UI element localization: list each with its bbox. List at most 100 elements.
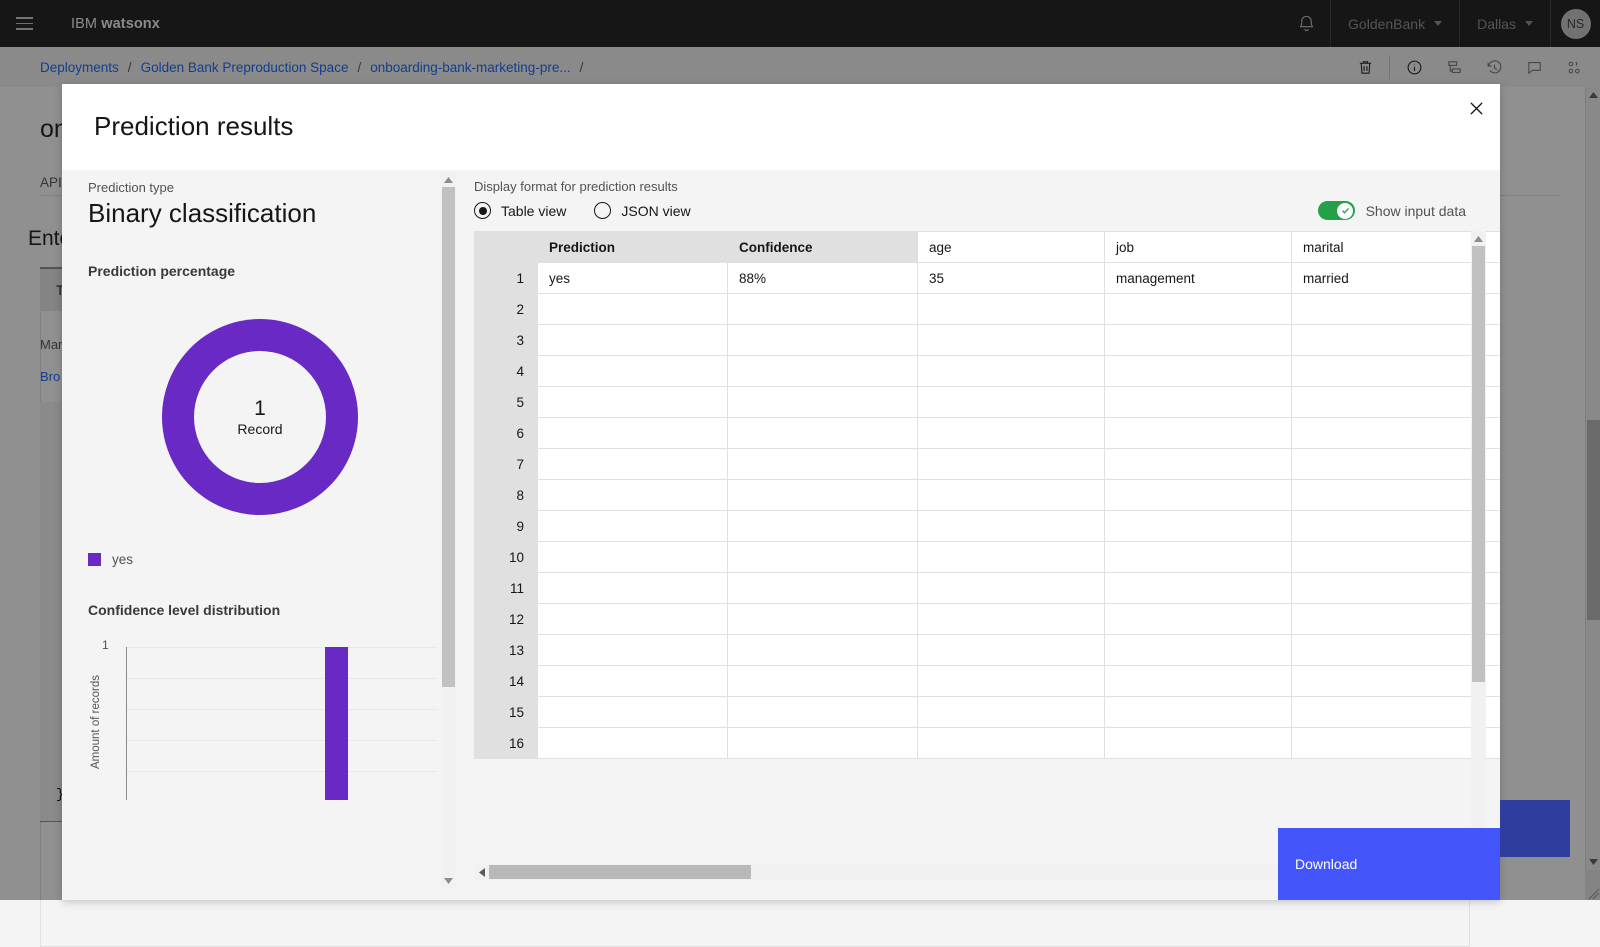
table-header: Prediction Confidence age job marital bbox=[475, 232, 1501, 263]
cell-confidence bbox=[728, 325, 918, 356]
cell-age bbox=[918, 294, 1105, 325]
scroll-left-arrow-icon[interactable] bbox=[474, 864, 489, 880]
prediction-percentage-heading: Prediction percentage bbox=[88, 263, 235, 279]
cell-marital bbox=[1292, 449, 1479, 480]
radio-table-view[interactable]: Table view bbox=[474, 202, 566, 219]
table-row[interactable]: 6 bbox=[475, 418, 1501, 449]
show-input-data-toggle[interactable] bbox=[1318, 201, 1355, 220]
cell-prediction bbox=[538, 573, 728, 604]
column-header-marital[interactable]: marital bbox=[1292, 232, 1479, 263]
table-row[interactable]: 11 bbox=[475, 573, 1501, 604]
download-button-overflow[interactable] bbox=[1500, 800, 1570, 857]
row-index: 2 bbox=[475, 294, 538, 325]
donut-center-caption: Record bbox=[237, 421, 282, 437]
row-index: 5 bbox=[475, 387, 538, 418]
table-row[interactable]: 1yes88%35managementmarried bbox=[475, 263, 1501, 294]
cell-confidence bbox=[728, 604, 918, 635]
column-header-confidence[interactable]: Confidence bbox=[728, 232, 918, 263]
summary-pane-scrollbar[interactable] bbox=[441, 172, 456, 888]
scroll-up-arrow-icon[interactable] bbox=[441, 172, 456, 187]
cell-prediction bbox=[538, 325, 728, 356]
cell-job bbox=[1105, 325, 1292, 356]
cell-prediction bbox=[538, 294, 728, 325]
cell-job bbox=[1105, 635, 1292, 666]
donut-legend: yes bbox=[88, 552, 133, 567]
cell-confidence bbox=[728, 449, 918, 480]
cell-confidence bbox=[728, 573, 918, 604]
cell-job bbox=[1105, 356, 1292, 387]
table-row[interactable]: 5 bbox=[475, 387, 1501, 418]
table-row[interactable]: 3 bbox=[475, 325, 1501, 356]
bar-chart-y-axis-label: Amount of records bbox=[88, 662, 104, 782]
download-button[interactable]: Download bbox=[1278, 828, 1500, 900]
cell-job bbox=[1105, 542, 1292, 573]
table-vertical-scroll-thumb[interactable] bbox=[1472, 246, 1485, 682]
row-index: 8 bbox=[475, 480, 538, 511]
table-row[interactable]: 10 bbox=[475, 542, 1501, 573]
table-row[interactable]: 8 bbox=[475, 480, 1501, 511]
display-format-radio-group: Table view JSON view bbox=[474, 202, 691, 219]
column-header-index bbox=[475, 232, 538, 263]
cell-job bbox=[1105, 728, 1292, 759]
cell-age bbox=[918, 480, 1105, 511]
summary-pane: Prediction type Binary classification Pr… bbox=[62, 170, 466, 900]
cell-confidence bbox=[728, 356, 918, 387]
table-vertical-scrollbar[interactable] bbox=[1471, 231, 1486, 862]
cell-age bbox=[918, 418, 1105, 449]
table-horizontal-scroll-thumb[interactable] bbox=[489, 865, 751, 879]
cell-marital: married bbox=[1292, 263, 1479, 294]
prediction-percentage-donut-chart: 1 Record bbox=[162, 319, 358, 515]
prediction-type-label: Prediction type bbox=[88, 180, 174, 195]
table-row[interactable]: 4 bbox=[475, 356, 1501, 387]
cell-age bbox=[918, 542, 1105, 573]
display-format-label: Display format for prediction results bbox=[474, 179, 678, 194]
modal-header: Prediction results bbox=[62, 84, 1500, 170]
cell-job bbox=[1105, 573, 1292, 604]
cell-age bbox=[918, 728, 1105, 759]
column-header-age[interactable]: age bbox=[918, 232, 1105, 263]
radio-table-view-label: Table view bbox=[501, 203, 566, 219]
donut-center-number: 1 bbox=[254, 397, 266, 420]
column-header-job[interactable]: job bbox=[1105, 232, 1292, 263]
cell-confidence bbox=[728, 635, 918, 666]
prediction-results-modal: Prediction results Prediction type Binar… bbox=[62, 84, 1500, 900]
row-index: 3 bbox=[475, 325, 538, 356]
prediction-results-table-container[interactable]: Prediction Confidence age job marital 1y… bbox=[474, 231, 1500, 862]
table-row[interactable]: 15 bbox=[475, 697, 1501, 728]
row-index: 1 bbox=[475, 263, 538, 294]
cell-confidence bbox=[728, 294, 918, 325]
show-input-data-label: Show input data bbox=[1366, 203, 1466, 219]
table-row[interactable]: 12 bbox=[475, 604, 1501, 635]
cell-prediction bbox=[538, 697, 728, 728]
scroll-down-arrow-icon[interactable] bbox=[441, 873, 456, 888]
prediction-type-value: Binary classification bbox=[88, 198, 316, 229]
table-row[interactable]: 2 bbox=[475, 294, 1501, 325]
scroll-up-arrow-icon[interactable] bbox=[1471, 231, 1486, 246]
cell-job bbox=[1105, 449, 1292, 480]
cell-prediction bbox=[538, 542, 728, 573]
cell-prediction bbox=[538, 666, 728, 697]
cell-age bbox=[918, 635, 1105, 666]
table-row[interactable]: 14 bbox=[475, 666, 1501, 697]
table-row[interactable]: 16 bbox=[475, 728, 1501, 759]
show-input-data-toggle-row[interactable]: Show input data bbox=[1318, 201, 1466, 220]
table-row[interactable]: 9 bbox=[475, 511, 1501, 542]
modal-body: Prediction type Binary classification Pr… bbox=[62, 170, 1500, 900]
summary-pane-scroll-thumb[interactable] bbox=[442, 187, 455, 687]
table-row[interactable]: 13 bbox=[475, 635, 1501, 666]
cell-marital bbox=[1292, 480, 1479, 511]
radio-json-view[interactable]: JSON view bbox=[594, 202, 690, 219]
cell-prediction bbox=[538, 728, 728, 759]
table-row[interactable]: 7 bbox=[475, 449, 1501, 480]
row-index: 15 bbox=[475, 697, 538, 728]
close-icon[interactable] bbox=[1452, 84, 1500, 132]
cell-age bbox=[918, 356, 1105, 387]
table-header-row: Prediction Confidence age job marital bbox=[475, 232, 1501, 263]
cell-marital bbox=[1292, 387, 1479, 418]
cell-marital bbox=[1292, 542, 1479, 573]
column-header-prediction[interactable]: Prediction bbox=[538, 232, 728, 263]
cell-age bbox=[918, 666, 1105, 697]
cell-prediction bbox=[538, 635, 728, 666]
legend-swatch bbox=[88, 553, 101, 566]
cell-marital bbox=[1292, 666, 1479, 697]
